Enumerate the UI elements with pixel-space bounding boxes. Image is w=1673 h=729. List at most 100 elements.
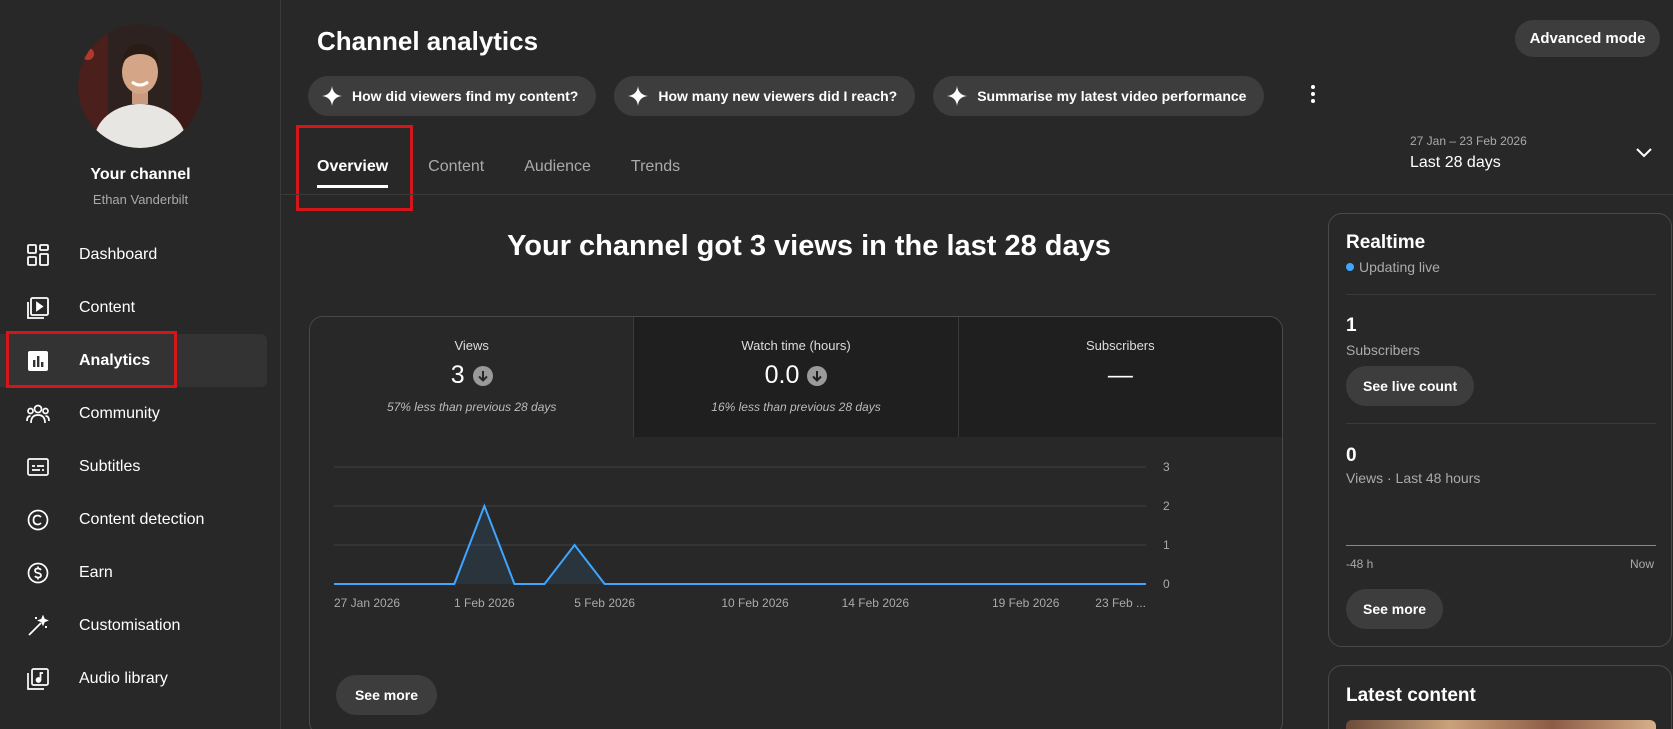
sidebar-item-content-detection[interactable]: Content detection [0,493,281,546]
metric-note: 57% less than previous 28 days [386,400,557,414]
divider [1346,294,1656,295]
sidebar-item-community[interactable]: Community [0,387,281,440]
realtime-status: Updating live [1346,259,1440,275]
advanced-mode-button[interactable]: Advanced mode [1515,20,1660,57]
dollar-icon [26,561,50,585]
more-options-icon[interactable] [1305,82,1321,106]
metric-value: — [1107,361,1133,389]
sidebar-item-dashboard[interactable]: Dashboard [0,228,281,281]
y-tick-label: 3 [1163,460,1170,474]
highlight-box-analytics [6,331,177,388]
metric-label: Watch time (hours) [741,338,851,353]
youtube-studio-analytics: Your channel Ethan Vanderbilt Dashboard … [0,0,1673,729]
sidebar-item-label: Content [79,298,136,316]
tab-divider [281,194,1673,195]
metric-label: Views [454,338,489,353]
metric-value-row: — [959,361,1282,390]
x-tick-label: 5 Feb 2026 [574,596,635,610]
realtime-card: Realtime Updating live 1 Subscribers See… [1328,213,1672,647]
metric-value: 0.0 [764,361,800,389]
views-chart: 0 1 2 3 27 Jan 2026 1 Feb 2026 5 Feb 2026 10 Fe… [310,437,1282,677]
summary-headline: Your channel got 3 views in the last 28 … [507,230,1111,262]
channel-title: Your channel [90,166,191,183]
audio-library-icon [26,667,50,691]
channel-name: Ethan Vanderbilt [92,192,189,207]
sidebar-nav: Dashboard Content Analytics Community Su… [0,228,281,705]
copyright-icon [26,508,50,532]
views-chart-svg: 0 1 2 3 27 Jan 2026 1 Feb 2026 5 Feb 2026 10 Fe… [334,460,1170,610]
metric-value-row: 3 [310,361,633,390]
sidebar: Your channel Ethan Vanderbilt Dashboard … [0,0,281,729]
sidebar-item-label: Community [79,404,160,422]
metric-value-row: 0.0 [634,361,957,390]
realtime-subscribers-label: Subscribers [1346,342,1420,358]
sidebar-item-customisation[interactable]: Customisation [0,599,281,652]
arrow-down-icon [807,365,828,386]
x-tick-label: 19 Feb 2026 [992,596,1060,610]
sidebar-item-label: Dashboard [79,245,158,263]
realtime-axis-start: -48 h [1346,557,1374,571]
realtime-axis-end: Now [1629,557,1654,571]
highlight-box-overview [296,125,413,211]
content-icon [26,296,50,320]
realtime-status-label: Updating live [1359,259,1440,275]
suggestion-chips: How did viewers find my content? How man… [308,76,1282,116]
x-tick-label: 10 Feb 2026 [721,596,789,610]
metric-watch-time[interactable]: Watch time (hours) 0.0 16% less than pre… [634,317,959,437]
tab-content[interactable]: Content [408,148,504,192]
suggestion-chip[interactable]: Summarise my latest video performance [933,76,1265,116]
x-tick-label: 23 Feb ... [1095,596,1146,610]
tab-audience[interactable]: Audience [504,148,611,192]
metric-note: 16% less than previous 28 days [711,400,881,414]
metric-label: Subscribers [1086,338,1155,353]
metric-value: 3 [450,361,465,389]
sidebar-item-label: Customisation [79,616,181,634]
see-live-count-button[interactable]: See live count [1346,366,1475,406]
suggestion-chip-label: Summarise my latest video performance [977,88,1247,104]
sparkle-icon [947,86,968,106]
sidebar-item-label: Content detection [79,510,205,528]
sidebar-item-label: Earn [79,563,113,581]
suggestion-chip[interactable]: How did viewers find my content? [308,76,597,116]
arrow-down-icon [472,365,493,386]
sidebar-item-content[interactable]: Content [0,281,281,334]
latest-content-title: Latest content [1346,685,1476,706]
realtime-see-more-button[interactable]: See more [1346,589,1444,629]
dashboard-icon [26,243,50,267]
realtime-views-label: Views · Last 48 hours [1346,470,1481,486]
suggestion-chip-label: How many new viewers did I reach? [658,88,898,104]
sidebar-item-earn[interactable]: Earn [0,546,281,599]
date-period-selector[interactable]: Last 28 days [1410,154,1501,172]
sidebar-item-label: Subtitles [79,457,141,475]
latest-content-card: Latest content [1328,665,1672,729]
y-tick-label: 1 [1163,538,1170,552]
latest-video-thumbnail[interactable] [1346,720,1656,729]
live-dot-icon [1346,263,1354,271]
tab-trends[interactable]: Trends [611,148,700,192]
date-range: 27 Jan – 23 Feb 2026 [1410,134,1527,148]
community-icon [26,402,50,426]
sparkle-icon [322,86,342,106]
suggestion-chip[interactable]: How many new viewers did I reach? [614,76,916,116]
realtime-axis [1346,545,1656,546]
channel-avatar[interactable] [78,24,202,148]
metric-views[interactable]: Views 3 57% less than previous 28 days [310,317,635,437]
overview-card: Views 3 57% less than previous 28 days W… [309,316,1283,729]
sidebar-item-subtitles[interactable]: Subtitles [0,440,281,493]
page-title: Channel analytics [317,26,539,56]
y-tick-label: 0 [1163,577,1170,591]
y-tick-label: 2 [1163,499,1170,513]
metric-tabs: Views 3 57% less than previous 28 days W… [310,317,1282,437]
realtime-title: Realtime [1346,232,1426,253]
sparkle-icon [628,86,649,106]
metric-subscribers[interactable]: Subscribers — [958,317,1282,437]
subtitles-icon [26,455,50,479]
sidebar-item-audio-library[interactable]: Audio library [0,652,281,705]
x-tick-label: 14 Feb 2026 [842,596,910,610]
see-more-button[interactable]: See more [336,675,437,715]
x-tick-label: 1 Feb 2026 [454,596,515,610]
realtime-subscribers-value: 1 [1346,315,1357,336]
suggestion-chip-label: How did viewers find my content? [352,88,579,104]
realtime-views-value: 0 [1346,445,1357,466]
chevron-down-icon[interactable] [1635,146,1653,164]
